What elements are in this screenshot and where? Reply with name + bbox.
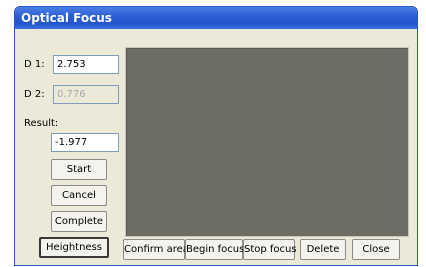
- d1-label: D 1:: [24, 59, 45, 70]
- result-label: Result:: [24, 118, 59, 129]
- complete-button[interactable]: Complete: [51, 211, 107, 232]
- close-button[interactable]: Close: [352, 239, 400, 260]
- focus-display-area[interactable]: [125, 47, 409, 237]
- begin-focus-button[interactable]: Begin focus: [185, 239, 244, 260]
- delete-button[interactable]: Delete: [300, 239, 346, 260]
- heightness-button[interactable]: Heightness: [39, 237, 109, 258]
- d2-field: 0.776: [53, 85, 119, 104]
- start-button[interactable]: Start: [51, 159, 107, 180]
- result-field[interactable]: -1.977: [51, 133, 119, 152]
- stop-focus-button[interactable]: Stop focus: [243, 239, 297, 260]
- confirm-area-button[interactable]: Confirm area: [123, 239, 189, 260]
- d2-label: D 2:: [24, 89, 45, 100]
- d1-field[interactable]: 2.753: [53, 55, 119, 74]
- cancel-button[interactable]: Cancel: [51, 185, 107, 206]
- optical-focus-window: Optical Focus D 1: 2.753 D 2: 0.776 Resu…: [14, 6, 418, 266]
- window-title[interactable]: Optical Focus: [15, 7, 417, 29]
